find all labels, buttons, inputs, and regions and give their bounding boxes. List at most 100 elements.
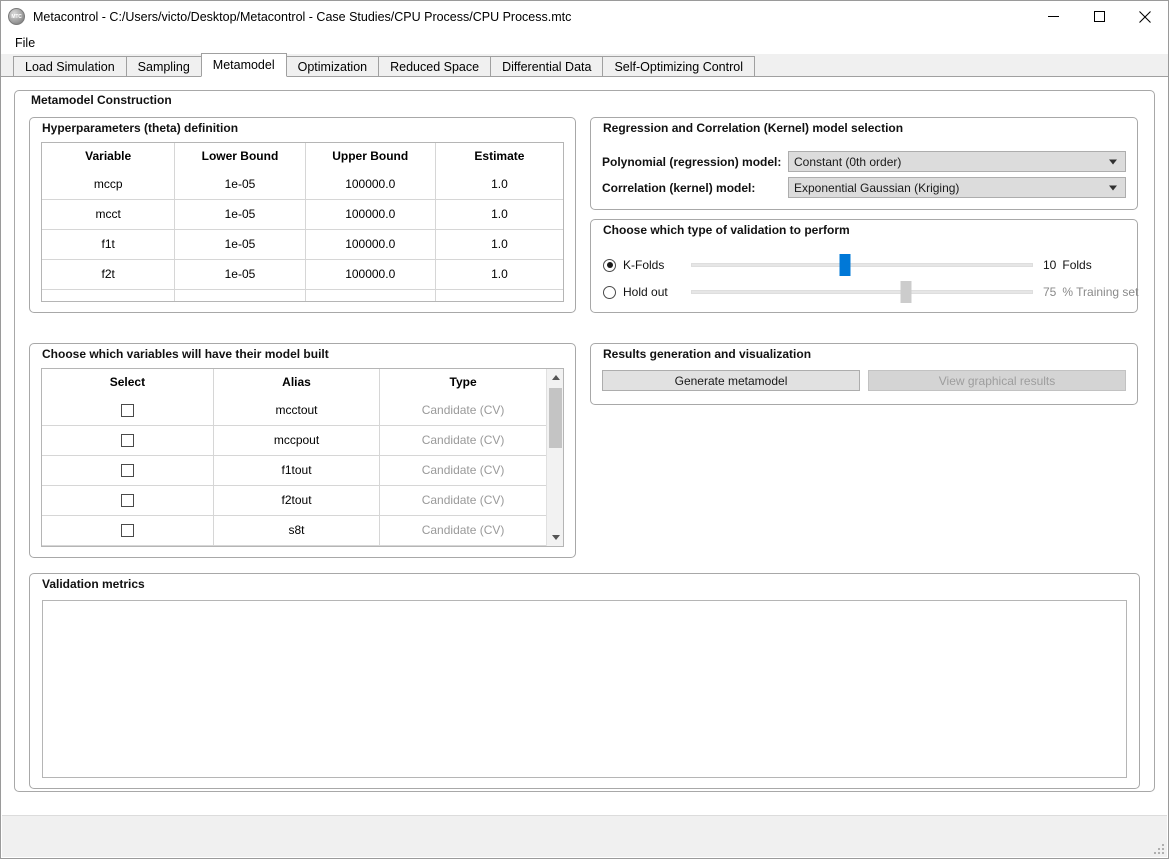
- tab-optimization[interactable]: Optimization: [285, 56, 380, 76]
- validation-metrics-group: Validation metrics: [29, 573, 1140, 789]
- radio-selected-icon: [603, 258, 616, 272]
- scrollbar-thumb[interactable]: [549, 388, 562, 448]
- table-empty-row: [42, 288, 563, 301]
- row-checkbox[interactable]: [120, 403, 134, 417]
- cell-estimate[interactable]: 1.0: [435, 258, 563, 289]
- hyperparameters-table-wrap: Variable Lower Bound Upper Bound Estimat…: [41, 142, 564, 302]
- row-checkbox[interactable]: [120, 494, 134, 508]
- kfolds-slider[interactable]: [691, 254, 1033, 276]
- cell-empty: [174, 288, 306, 301]
- holdout-radio[interactable]: Hold out: [603, 285, 681, 299]
- chevron-down-icon: [1109, 185, 1117, 190]
- cell-estimate[interactable]: 1.0: [435, 228, 563, 259]
- results-generation-group: Results generation and visualization Gen…: [590, 343, 1138, 405]
- row-checkbox[interactable]: [120, 464, 134, 478]
- variables-selection-group: Choose which variables will have their m…: [29, 343, 576, 558]
- cell-upper[interactable]: 100000.0: [305, 169, 436, 199]
- cell-estimate[interactable]: 1.0: [435, 198, 563, 229]
- cell-alias: f2tout: [213, 484, 381, 515]
- cell-variable: f2t: [42, 258, 176, 289]
- view-graphical-results-button: View graphical results: [868, 370, 1126, 391]
- resize-grip-icon[interactable]: [1152, 842, 1164, 854]
- cell-variable: mcct: [42, 198, 176, 229]
- correlation-model-label: Correlation (kernel) model:: [602, 180, 756, 195]
- hyperparameters-table: Variable Lower Bound Upper Bound Estimat…: [42, 143, 563, 301]
- holdout-slider[interactable]: [691, 281, 1033, 303]
- cell-alias: [213, 544, 381, 546]
- table-header-row: Select Alias Type: [42, 369, 546, 395]
- generate-metamodel-button[interactable]: Generate metamodel: [602, 370, 860, 391]
- maximize-button[interactable]: [1076, 1, 1122, 32]
- table-row[interactable]: f1tout Candidate (CV): [42, 454, 546, 485]
- scroll-down-button[interactable]: [547, 529, 563, 546]
- table-row[interactable]: mccpout Candidate (CV): [42, 424, 546, 455]
- kernel-model-group: Regression and Correlation (Kernel) mode…: [590, 117, 1138, 210]
- tab-load-simulation[interactable]: Load Simulation: [13, 56, 127, 76]
- tab-self-optimizing-control[interactable]: Self-Optimizing Control: [602, 56, 755, 76]
- cell-upper[interactable]: 100000.0: [305, 228, 436, 259]
- variables-table-wrap: Select Alias Type mcctout Candidate (CV)…: [41, 368, 564, 547]
- tab-reduced-space[interactable]: Reduced Space: [378, 56, 492, 76]
- cell-upper[interactable]: 100000.0: [305, 198, 436, 229]
- row-checkbox[interactable]: [120, 524, 134, 538]
- holdout-slider-track: [691, 290, 1033, 294]
- cell-empty: [435, 288, 563, 301]
- chevron-down-icon: [551, 535, 560, 540]
- correlation-model-row: Correlation (kernel) model: Exponential …: [602, 177, 1126, 198]
- holdout-slider-thumb[interactable]: [900, 281, 912, 303]
- holdout-readout: 75 % Training set: [1043, 285, 1138, 299]
- table-row[interactable]: mccp 1e-05 100000.0 1.0: [42, 169, 563, 199]
- cell-lower[interactable]: 1e-05: [174, 228, 306, 259]
- row-checkbox[interactable]: [120, 434, 134, 448]
- cell-upper[interactable]: 100000.0: [305, 258, 436, 289]
- kfolds-readout: 10 Folds: [1043, 258, 1125, 272]
- table-header-row: Variable Lower Bound Upper Bound Estimat…: [42, 143, 563, 169]
- holdout-row: Hold out 75 % Training set: [603, 281, 1138, 303]
- close-button[interactable]: [1122, 1, 1168, 32]
- kfolds-unit: Folds: [1062, 258, 1092, 272]
- hyperparameters-group: Hyperparameters (theta) definition Varia…: [29, 117, 576, 313]
- table-row[interactable]: mcctout Candidate (CV): [42, 395, 546, 425]
- menu-item-file[interactable]: File: [9, 34, 41, 52]
- cell-empty: [305, 288, 436, 301]
- correlation-model-select[interactable]: Exponential Gaussian (Kriging): [788, 177, 1126, 198]
- table-row[interactable]: s8t Candidate (CV): [42, 514, 546, 545]
- metamodel-content: Metamodel Construction Hyperparameters (…: [10, 83, 1159, 796]
- cell-lower[interactable]: 1e-05: [174, 258, 306, 289]
- cell-lower[interactable]: 1e-05: [174, 198, 306, 229]
- window-controls: [1030, 1, 1168, 32]
- chevron-down-icon: [1109, 159, 1117, 164]
- validation-metrics-output[interactable]: [42, 600, 1127, 778]
- holdout-label: Hold out: [623, 285, 668, 299]
- validation-type-group: Choose which type of validation to perfo…: [590, 219, 1138, 313]
- cell-lower[interactable]: 1e-05: [174, 169, 306, 199]
- tab-metamodel[interactable]: Metamodel: [200, 53, 287, 77]
- tab-sampling[interactable]: Sampling: [125, 56, 202, 76]
- cell-select: [42, 514, 214, 545]
- correlation-model-value: Exponential Gaussian (Kriging): [794, 180, 960, 195]
- minimize-button[interactable]: [1030, 1, 1076, 32]
- tab-bar: Load Simulation Sampling Metamodel Optim…: [1, 53, 1168, 77]
- cell-select: [42, 424, 214, 455]
- kfolds-slider-thumb[interactable]: [839, 254, 851, 276]
- polynomial-model-select[interactable]: Constant (0th order): [788, 151, 1126, 172]
- table-row[interactable]: f2tout Candidate (CV): [42, 484, 546, 515]
- window-title: Metacontrol - C:/Users/victo/Desktop/Met…: [33, 9, 572, 24]
- variables-table-scrollbar[interactable]: [546, 369, 563, 546]
- table-row[interactable]: f2t 1e-05 100000.0 1.0: [42, 258, 563, 289]
- variables-table: Select Alias Type mcctout Candidate (CV)…: [42, 369, 546, 546]
- cell-alias: s8t: [213, 514, 381, 545]
- kfolds-label: K-Folds: [623, 258, 665, 272]
- cell-select: [42, 454, 214, 485]
- table-row[interactable]: mcct 1e-05 100000.0 1.0: [42, 198, 563, 229]
- kfolds-radio[interactable]: K-Folds: [603, 258, 681, 272]
- cell-select: [42, 484, 214, 515]
- cell-type: Candidate (CV): [379, 454, 546, 485]
- table-row[interactable]: f1t 1e-05 100000.0 1.0: [42, 228, 563, 259]
- tab-differential-data[interactable]: Differential Data: [490, 56, 604, 76]
- application-window: MTC Metacontrol - C:/Users/victo/Desktop…: [0, 0, 1169, 859]
- table-row-partial[interactable]: [42, 544, 546, 546]
- column-header-select: Select: [42, 369, 214, 395]
- scroll-up-button[interactable]: [547, 369, 563, 386]
- cell-estimate[interactable]: 1.0: [435, 169, 563, 199]
